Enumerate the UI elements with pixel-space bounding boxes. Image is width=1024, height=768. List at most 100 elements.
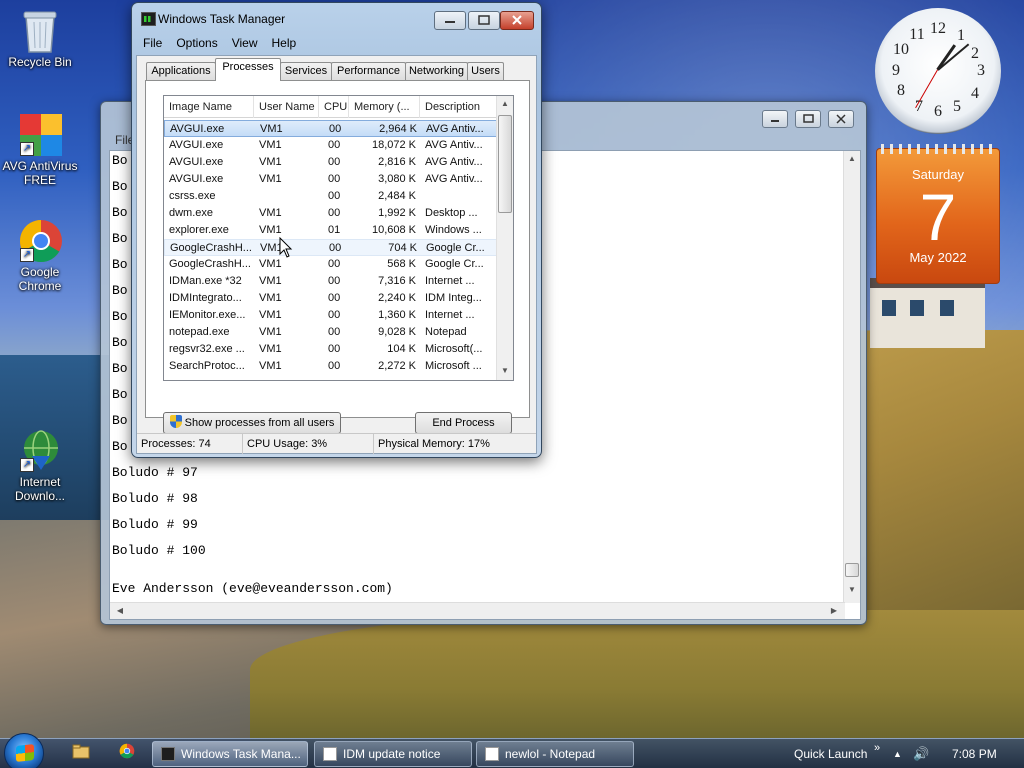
menu-options[interactable]: Options bbox=[169, 33, 224, 53]
tab-networking[interactable]: Networking bbox=[405, 62, 468, 81]
process-description: AVG Antiv... bbox=[425, 156, 483, 168]
process-row[interactable]: AVGUI.exe VM1 00 2,964 K AVG Antiv... bbox=[164, 120, 498, 137]
process-image-name: IEMonitor.exe... bbox=[169, 309, 246, 321]
taskbar-clock[interactable]: 7:08 PM bbox=[952, 739, 997, 768]
process-row[interactable]: AVGUI.exe VM1 00 3,080 K AVG Antiv... bbox=[164, 171, 498, 188]
menu-help[interactable]: Help bbox=[265, 33, 304, 53]
menu-view[interactable]: View bbox=[225, 33, 265, 53]
scroll-up-icon[interactable]: ▲ bbox=[497, 99, 513, 108]
status-cpu-usage: CPU Usage: 3% bbox=[243, 434, 374, 454]
quick-launch-chrome[interactable] bbox=[114, 743, 140, 765]
notepad-line: Boludo # 100 bbox=[112, 543, 206, 558]
column-memory[interactable]: Memory (... bbox=[349, 96, 420, 118]
notepad-maximize-button[interactable] bbox=[795, 110, 821, 128]
notepad-scroll-thumb[interactable] bbox=[845, 563, 859, 577]
process-list-scroll-thumb[interactable] bbox=[498, 115, 512, 213]
tab-users[interactable]: Users bbox=[467, 62, 504, 81]
shortcut-arrow-icon: ↗ bbox=[20, 142, 34, 156]
show-all-users-label: Show processes from all users bbox=[184, 417, 335, 429]
tab-services[interactable]: Services bbox=[280, 62, 332, 81]
desktop-icon-recycle-bin[interactable]: Recycle Bin bbox=[0, 8, 80, 69]
process-list[interactable]: Image Name User Name CPU Memory (... Des… bbox=[163, 95, 514, 381]
status-physical-memory: Physical Memory: 17% bbox=[378, 438, 490, 450]
notepad-line: Bo bbox=[112, 309, 128, 324]
process-user-name: VM1 bbox=[259, 139, 282, 151]
task-manager-window[interactable]: Windows Task Manager File Options View Help… bbox=[131, 2, 542, 458]
column-user-name[interactable]: User Name bbox=[254, 96, 319, 118]
notepad-close-button[interactable] bbox=[828, 110, 854, 128]
task-manager-close-button[interactable] bbox=[500, 11, 534, 30]
process-image-name: AVGUI.exe bbox=[169, 139, 224, 151]
process-cpu: 00 bbox=[328, 326, 341, 338]
calendar-month: May 2022 bbox=[909, 250, 967, 265]
taskbar-idm-notice[interactable]: IDM update notice bbox=[314, 741, 472, 767]
scroll-right-icon[interactable]: ▶ bbox=[826, 606, 842, 615]
recycle-bin-icon bbox=[18, 8, 62, 53]
process-row[interactable]: AVGUI.exe VM1 00 18,072 K AVG Antiv... bbox=[164, 137, 498, 154]
process-row[interactable]: GoogleCrashH... VM1 00 568 K Google Cr... bbox=[164, 256, 498, 273]
desktop-icon-chrome[interactable]: ↗ Google Chrome bbox=[0, 218, 80, 293]
wallpaper-house bbox=[870, 278, 985, 348]
process-list-scrollbar[interactable]: ▲ ▼ bbox=[496, 96, 513, 380]
process-row[interactable]: SearchProtoc... VM1 00 2,272 K Microsoft ... bbox=[164, 358, 498, 375]
process-row[interactable]: csrss.exe 00 2,484 K bbox=[164, 188, 498, 205]
calendar-date: 7 bbox=[919, 180, 957, 254]
status-processes: Processes: 74 bbox=[137, 434, 243, 454]
calendar-gadget[interactable]: Saturday 7 May 2022 bbox=[876, 144, 1000, 284]
process-row[interactable]: IDMIntegrato... VM1 00 2,240 K IDM Integ... bbox=[164, 290, 498, 307]
quick-launch-chevron-icon[interactable]: » bbox=[874, 733, 880, 763]
notepad-minimize-button[interactable] bbox=[762, 110, 788, 128]
column-description[interactable]: Description bbox=[420, 96, 498, 118]
process-cpu: 00 bbox=[328, 173, 341, 185]
notepad-vertical-scrollbar[interactable]: ▲ ▼ bbox=[843, 151, 860, 603]
column-image-name[interactable]: Image Name bbox=[164, 96, 254, 118]
process-cpu: 00 bbox=[328, 360, 341, 372]
process-row[interactable]: AVGUI.exe VM1 00 2,816 K AVG Antiv... bbox=[164, 154, 498, 171]
notepad-line: Bo bbox=[112, 387, 128, 402]
process-description: Internet ... bbox=[425, 309, 475, 321]
scroll-down-icon[interactable]: ▼ bbox=[497, 366, 513, 375]
notepad-line: Bo bbox=[112, 257, 128, 272]
scroll-down-icon[interactable]: ▼ bbox=[844, 585, 860, 594]
desktop-icon-avg[interactable]: ↗ AVG AntiVirus FREE bbox=[0, 112, 80, 187]
tab-processes[interactable]: Processes bbox=[215, 58, 281, 81]
process-memory: 2,964 K bbox=[379, 123, 417, 135]
quick-launch-label[interactable]: Quick Launch bbox=[794, 739, 867, 768]
speaker-icon[interactable]: 🔊 bbox=[913, 739, 929, 768]
scroll-up-icon[interactable]: ▲ bbox=[844, 154, 860, 163]
quick-launch-explorer[interactable] bbox=[68, 743, 94, 765]
desktop-icon-idm[interactable]: ↗ Internet Downlo... bbox=[0, 428, 80, 503]
process-row[interactable]: dwm.exe VM1 00 1,992 K Desktop ... bbox=[164, 205, 498, 222]
tab-performance[interactable]: Performance bbox=[331, 62, 406, 81]
process-image-name: regsvr32.exe ... bbox=[169, 343, 245, 355]
task-manager-maximize-button[interactable] bbox=[468, 11, 500, 30]
process-row[interactable]: explorer.exe VM1 01 10,608 K Windows ... bbox=[164, 222, 498, 239]
tab-applications[interactable]: Applications bbox=[146, 62, 216, 81]
task-manager-app-icon bbox=[141, 12, 156, 26]
start-button[interactable] bbox=[4, 733, 44, 768]
process-row[interactable]: IDMan.exe *32 VM1 00 7,316 K Internet ... bbox=[164, 273, 498, 290]
column-cpu[interactable]: CPU bbox=[319, 96, 349, 118]
taskbar-task-manager[interactable]: Windows Task Mana... bbox=[152, 741, 308, 767]
menu-file[interactable]: File bbox=[136, 33, 169, 53]
clock-gadget[interactable]: 12 1 2 3 4 5 6 7 8 9 10 11 bbox=[875, 8, 1001, 134]
process-user-name: VM1 bbox=[259, 343, 282, 355]
process-memory: 1,360 K bbox=[378, 309, 416, 321]
notepad-horizontal-scrollbar[interactable]: ◀ ▶ bbox=[110, 602, 845, 619]
process-row[interactable]: GoogleCrashH... VM1 00 704 K Google Cr... bbox=[164, 239, 498, 256]
process-row[interactable]: regsvr32.exe ... VM1 00 104 K Microsoft(... bbox=[164, 341, 498, 358]
process-cpu: 01 bbox=[328, 224, 341, 236]
end-process-button[interactable]: End Process bbox=[415, 412, 512, 434]
show-hidden-icons-arrow[interactable]: ▲ bbox=[893, 739, 902, 768]
clock-number: 11 bbox=[909, 26, 925, 43]
process-row[interactable]: notepad.exe VM1 00 9,028 K Notepad bbox=[164, 324, 498, 341]
task-manager-minimize-button[interactable] bbox=[434, 11, 466, 30]
show-all-users-button[interactable]: Show processes from all users bbox=[163, 412, 341, 434]
taskbar-notepad[interactable]: newlol - Notepad bbox=[476, 741, 634, 767]
windows-logo-icon bbox=[16, 744, 34, 762]
notepad-line: Bo bbox=[112, 153, 128, 168]
scroll-left-icon[interactable]: ◀ bbox=[112, 606, 128, 615]
notepad-line: Eve Andersson (eve@eveandersson.com) bbox=[112, 581, 393, 596]
process-description: Google Cr... bbox=[425, 258, 484, 270]
process-row[interactable]: IEMonitor.exe... VM1 00 1,360 K Internet ... bbox=[164, 307, 498, 324]
